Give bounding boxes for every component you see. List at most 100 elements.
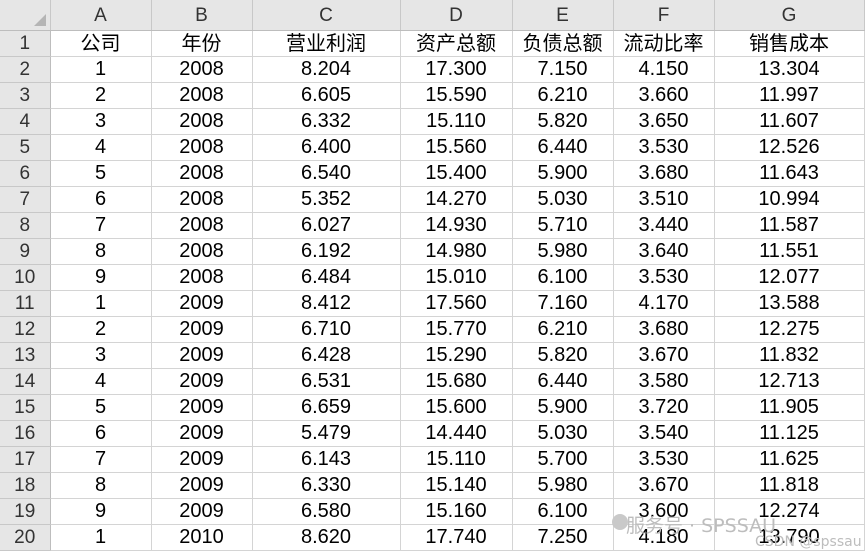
select-all-corner[interactable]: [0, 0, 51, 31]
data-cell[interactable]: 8.204: [252, 56, 401, 83]
row-header[interactable]: 11: [0, 290, 51, 317]
data-cell[interactable]: 15.110: [400, 446, 513, 473]
data-cell[interactable]: 3.650: [613, 108, 715, 135]
data-cell[interactable]: 15.140: [400, 472, 513, 499]
data-cell[interactable]: 3.530: [613, 446, 715, 473]
data-cell[interactable]: 6.332: [252, 108, 401, 135]
data-cell[interactable]: 2008: [151, 212, 253, 239]
row-header[interactable]: 12: [0, 316, 51, 343]
data-cell[interactable]: 5.900: [512, 160, 614, 187]
data-cell[interactable]: 1: [50, 524, 152, 551]
data-cell[interactable]: 7.250: [512, 524, 614, 551]
data-cell[interactable]: 6.210: [512, 316, 614, 343]
data-cell[interactable]: 15.680: [400, 368, 513, 395]
data-cell[interactable]: 6.484: [252, 264, 401, 291]
row-header[interactable]: 14: [0, 368, 51, 395]
data-cell[interactable]: 3.660: [613, 82, 715, 109]
column-header-g[interactable]: G: [714, 0, 865, 31]
data-cell[interactable]: 5.479: [252, 420, 401, 447]
data-cell[interactable]: 6.540: [252, 160, 401, 187]
data-cell[interactable]: 2009: [151, 290, 253, 317]
row-header[interactable]: 15: [0, 394, 51, 421]
data-cell[interactable]: 10.994: [714, 186, 865, 213]
data-cell[interactable]: 6.440: [512, 368, 614, 395]
data-cell[interactable]: 6.659: [252, 394, 401, 421]
data-cell[interactable]: 6.330: [252, 472, 401, 499]
header-cell-cost-of-sales[interactable]: 销售成本: [714, 30, 865, 57]
data-cell[interactable]: 1: [50, 56, 152, 83]
data-cell[interactable]: 6.100: [512, 498, 614, 525]
data-cell[interactable]: 3.670: [613, 342, 715, 369]
data-cell[interactable]: 5.700: [512, 446, 614, 473]
data-cell[interactable]: 5.900: [512, 394, 614, 421]
data-cell[interactable]: 2010: [151, 524, 253, 551]
row-header[interactable]: 9: [0, 238, 51, 265]
data-cell[interactable]: 15.400: [400, 160, 513, 187]
row-header[interactable]: 2: [0, 56, 51, 83]
data-cell[interactable]: 15.590: [400, 82, 513, 109]
data-cell[interactable]: 14.270: [400, 186, 513, 213]
column-header-f[interactable]: F: [613, 0, 715, 31]
data-cell[interactable]: 6.580: [252, 498, 401, 525]
data-cell[interactable]: 5.352: [252, 186, 401, 213]
row-header[interactable]: 13: [0, 342, 51, 369]
data-cell[interactable]: 7.160: [512, 290, 614, 317]
data-cell[interactable]: 6.143: [252, 446, 401, 473]
data-cell[interactable]: 2008: [151, 186, 253, 213]
data-cell[interactable]: 11.607: [714, 108, 865, 135]
data-cell[interactable]: 2009: [151, 472, 253, 499]
column-header-d[interactable]: D: [400, 0, 513, 31]
data-cell[interactable]: 4: [50, 368, 152, 395]
data-cell[interactable]: 3: [50, 108, 152, 135]
data-cell[interactable]: 6.192: [252, 238, 401, 265]
row-header[interactable]: 17: [0, 446, 51, 473]
column-header-b[interactable]: B: [151, 0, 253, 31]
data-cell[interactable]: 17.560: [400, 290, 513, 317]
data-cell[interactable]: 15.600: [400, 394, 513, 421]
data-cell[interactable]: 15.110: [400, 108, 513, 135]
data-cell[interactable]: 3.680: [613, 160, 715, 187]
data-cell[interactable]: 15.160: [400, 498, 513, 525]
data-cell[interactable]: 2008: [151, 160, 253, 187]
data-cell[interactable]: 12.077: [714, 264, 865, 291]
data-cell[interactable]: 11.643: [714, 160, 865, 187]
data-cell[interactable]: 5.980: [512, 238, 614, 265]
data-cell[interactable]: 11.125: [714, 420, 865, 447]
data-cell[interactable]: 2009: [151, 394, 253, 421]
data-cell[interactable]: 5.710: [512, 212, 614, 239]
data-cell[interactable]: 7: [50, 446, 152, 473]
data-cell[interactable]: 11.905: [714, 394, 865, 421]
data-cell[interactable]: 3.580: [613, 368, 715, 395]
data-cell[interactable]: 7.150: [512, 56, 614, 83]
data-cell[interactable]: 2009: [151, 368, 253, 395]
data-cell[interactable]: 4.150: [613, 56, 715, 83]
data-cell[interactable]: 6.100: [512, 264, 614, 291]
data-cell[interactable]: 2008: [151, 238, 253, 265]
data-cell[interactable]: 2009: [151, 342, 253, 369]
header-cell-year[interactable]: 年份: [151, 30, 253, 57]
data-cell[interactable]: 3: [50, 342, 152, 369]
data-cell[interactable]: 2008: [151, 264, 253, 291]
data-cell[interactable]: 6.605: [252, 82, 401, 109]
column-header-e[interactable]: E: [512, 0, 614, 31]
data-cell[interactable]: 2: [50, 82, 152, 109]
data-cell[interactable]: 15.560: [400, 134, 513, 161]
data-cell[interactable]: 11.625: [714, 446, 865, 473]
data-cell[interactable]: 5.820: [512, 108, 614, 135]
data-cell[interactable]: 15.290: [400, 342, 513, 369]
data-cell[interactable]: 11.818: [714, 472, 865, 499]
data-cell[interactable]: 5: [50, 160, 152, 187]
data-cell[interactable]: 11.551: [714, 238, 865, 265]
data-cell[interactable]: 7: [50, 212, 152, 239]
data-cell[interactable]: 6.710: [252, 316, 401, 343]
row-header[interactable]: 5: [0, 134, 51, 161]
data-cell[interactable]: 8: [50, 472, 152, 499]
data-cell[interactable]: 8: [50, 238, 152, 265]
row-header[interactable]: 20: [0, 524, 51, 551]
data-cell[interactable]: 3.540: [613, 420, 715, 447]
data-cell[interactable]: 6.531: [252, 368, 401, 395]
data-cell[interactable]: 2008: [151, 108, 253, 135]
data-cell[interactable]: 5.980: [512, 472, 614, 499]
row-header[interactable]: 19: [0, 498, 51, 525]
data-cell[interactable]: 17.300: [400, 56, 513, 83]
